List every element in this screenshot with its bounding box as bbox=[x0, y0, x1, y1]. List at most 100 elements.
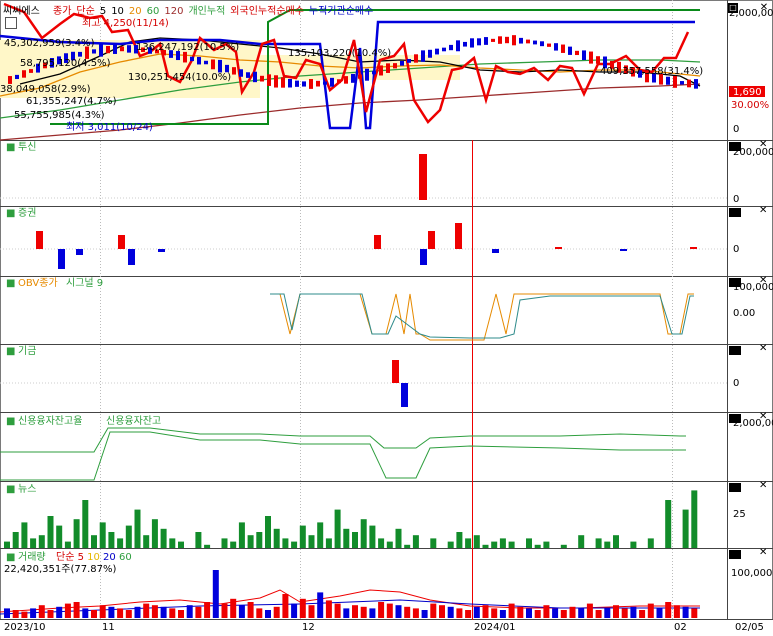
volume-bar bbox=[456, 608, 463, 618]
pension-title: 기금 bbox=[18, 345, 36, 357]
volume-bar bbox=[4, 608, 10, 618]
panel-close-button[interactable]: ✕ bbox=[759, 206, 769, 216]
news-bar bbox=[447, 541, 454, 548]
volume-bar bbox=[99, 605, 106, 618]
volume-bar bbox=[404, 606, 411, 618]
news-bar bbox=[682, 509, 689, 548]
volume-bar bbox=[352, 605, 358, 618]
securities-bar bbox=[374, 235, 381, 249]
volume-bar bbox=[595, 610, 602, 618]
news-bar bbox=[560, 544, 567, 548]
volume-bar bbox=[238, 605, 245, 618]
volume-bar bbox=[360, 606, 367, 618]
investment-bar bbox=[419, 154, 427, 200]
panel-maximize-button[interactable] bbox=[729, 346, 741, 355]
volume-bar bbox=[639, 610, 646, 618]
news-bar bbox=[317, 522, 324, 548]
volume-bar bbox=[160, 606, 167, 618]
news-bar bbox=[630, 541, 637, 548]
pension-scale: 0 bbox=[733, 378, 739, 389]
credit-balance-line bbox=[0, 431, 686, 481]
panel-maximize-button[interactable] bbox=[729, 208, 741, 217]
panel-close-button[interactable]: ✕ bbox=[759, 344, 769, 354]
volume-bar bbox=[691, 608, 698, 618]
panel-close-button[interactable]: ✕ bbox=[759, 412, 769, 422]
securities-scale: 0 bbox=[733, 244, 739, 255]
securities-title: 증권 bbox=[18, 207, 36, 219]
securities-bar bbox=[420, 249, 427, 265]
volume-bar bbox=[299, 598, 306, 618]
volume-bar bbox=[91, 610, 97, 618]
volume-bar bbox=[656, 608, 663, 618]
panel-maximize-button[interactable] bbox=[729, 142, 741, 151]
svg-text:■: ■ bbox=[6, 208, 15, 219]
news-bar bbox=[151, 519, 158, 548]
x-label-2: 12 bbox=[302, 622, 315, 633]
panel-maximize-button[interactable] bbox=[729, 550, 741, 559]
volume-bar bbox=[439, 605, 445, 618]
volume-bar bbox=[412, 608, 419, 618]
volume-bar bbox=[534, 610, 541, 618]
news-bar bbox=[64, 541, 71, 548]
volume-bar bbox=[212, 570, 219, 618]
x-label-3: 2024/01 bbox=[474, 622, 516, 633]
volume-bar bbox=[465, 610, 472, 618]
panel-close-button[interactable]: ✕ bbox=[759, 140, 769, 150]
svg-text:■: ■ bbox=[6, 346, 15, 357]
news-bar bbox=[308, 535, 315, 548]
obv-signal: 시그널 9 bbox=[66, 277, 103, 289]
panel-maximize-button[interactable] bbox=[729, 278, 741, 287]
volume-bar bbox=[473, 606, 480, 618]
panel-close-button[interactable]: ✕ bbox=[759, 481, 769, 491]
volume-bar bbox=[517, 606, 524, 618]
news-bar bbox=[73, 519, 80, 548]
securities-bar bbox=[58, 249, 65, 269]
news-bars bbox=[4, 490, 698, 548]
news-bar bbox=[334, 509, 341, 548]
panel-maximize-button[interactable] bbox=[729, 483, 741, 492]
panel-maximize-button[interactable] bbox=[729, 414, 741, 423]
panel-close-button[interactable]: ✕ bbox=[759, 276, 769, 286]
volume-bar bbox=[125, 610, 132, 618]
news-bar bbox=[352, 532, 358, 548]
news-bar bbox=[21, 522, 28, 548]
volume-bar bbox=[682, 606, 689, 618]
news-bar bbox=[82, 500, 89, 548]
volume-bar bbox=[395, 605, 402, 618]
volume-bar bbox=[430, 603, 437, 618]
securities-bar bbox=[492, 249, 499, 253]
news-bar bbox=[169, 538, 176, 548]
news-bar bbox=[647, 538, 654, 548]
news-bar bbox=[613, 535, 619, 548]
credit-title: 신용융자잔고율 bbox=[18, 415, 82, 427]
securities-bar bbox=[118, 235, 125, 249]
volume-bar bbox=[21, 611, 28, 618]
obv-title: OBV종가 bbox=[18, 277, 58, 289]
news-bar bbox=[256, 532, 263, 548]
volume-bar bbox=[630, 606, 637, 618]
news-bar bbox=[378, 538, 385, 548]
news-bar bbox=[482, 544, 489, 548]
securities-bar bbox=[36, 231, 43, 249]
news-bar bbox=[299, 525, 306, 548]
volume-bar bbox=[56, 606, 63, 618]
news-bar bbox=[430, 538, 437, 548]
news-bar bbox=[369, 525, 376, 548]
volume-title: 거래량 bbox=[18, 551, 46, 563]
volume-ma-legend: 단순 5 10 20 60 bbox=[56, 551, 132, 563]
news-bar bbox=[456, 532, 463, 548]
news-bar bbox=[343, 528, 350, 548]
news-bar bbox=[47, 516, 54, 548]
panel-close-button[interactable]: ✕ bbox=[759, 548, 769, 558]
volume-bar bbox=[308, 605, 315, 618]
news-bar bbox=[221, 538, 228, 548]
volume-bar bbox=[378, 602, 385, 618]
volume-bar bbox=[604, 608, 611, 618]
svg-text:■: ■ bbox=[6, 552, 15, 563]
volume-bar bbox=[586, 603, 593, 618]
investment-scale-zero: 0 bbox=[733, 194, 739, 205]
volume-bar bbox=[178, 610, 184, 618]
securities-bars bbox=[36, 223, 697, 269]
news-bar bbox=[143, 535, 150, 548]
investment-title: 투신 bbox=[18, 141, 36, 153]
